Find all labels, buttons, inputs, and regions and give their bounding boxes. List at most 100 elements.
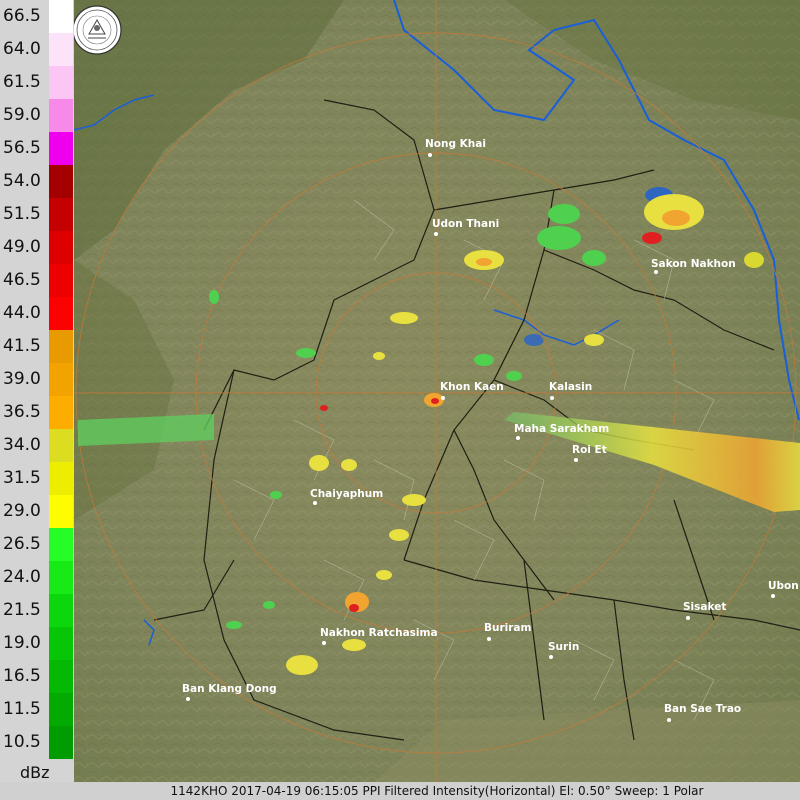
- legend-level-label: 49.0: [3, 237, 41, 257]
- legend-row: 10.5: [0, 726, 74, 759]
- legend-row: 44.0: [0, 297, 74, 330]
- city-dot-roi-et: [574, 458, 578, 462]
- legend-level-label: 64.0: [3, 39, 41, 59]
- legend-row: 56.5: [0, 132, 74, 165]
- legend-row: 64.0: [0, 33, 74, 66]
- echo-central-1: [390, 312, 418, 324]
- echo-south-2: [389, 529, 409, 541]
- legend-level-label: 51.5: [3, 204, 41, 224]
- legend-color-swatch: [49, 165, 73, 198]
- city-dot-nakhon-ratchasima: [322, 641, 326, 645]
- legend-row: 39.0: [0, 363, 74, 396]
- legend-color-swatch: [49, 462, 73, 495]
- city-label-sisaket: Sisaket: [683, 601, 726, 613]
- legend-color-swatch: [49, 495, 73, 528]
- legend-color-swatch: [49, 198, 73, 231]
- echo-korat-1-core: [349, 604, 359, 612]
- legend-row: 29.0: [0, 495, 74, 528]
- echo-korat-5: [263, 601, 275, 609]
- city-label-nakhon-ratchasima: Nakhon Ratchasima: [320, 627, 438, 639]
- echo-udon-1-core: [476, 258, 492, 266]
- echo-west-2: [320, 405, 328, 411]
- radar-agency-seal-icon: [74, 5, 122, 55]
- city-dot-ban-sae-trao: [667, 718, 671, 722]
- echo-sakon-1-core: [662, 210, 690, 226]
- legend-level-label: 39.0: [3, 369, 41, 389]
- echo-korat-3: [286, 655, 318, 675]
- legend-row: 31.5: [0, 462, 74, 495]
- city-label-chaiyaphum: Chaiyaphum: [310, 488, 383, 500]
- echo-west-3: [270, 491, 282, 499]
- echo-chaiyaphum-1: [309, 455, 329, 471]
- echo-korat-6: [226, 621, 242, 629]
- city-label-roi-et: Roi Et: [572, 444, 607, 456]
- echo-chaiyaphum-2: [341, 459, 357, 471]
- legend-color-swatch: [49, 528, 73, 561]
- legend-color-swatch: [49, 627, 73, 660]
- legend-row: 19.0: [0, 627, 74, 660]
- legend-level-label: 61.5: [3, 72, 41, 92]
- city-label-nong-khai: Nong Khai: [425, 138, 486, 150]
- legend-color-swatch: [49, 429, 73, 462]
- legend-level-label: 29.0: [3, 501, 41, 521]
- legend-color-swatch: [49, 66, 73, 99]
- legend-color-swatch: [49, 561, 73, 594]
- legend-level-label: 31.5: [3, 468, 41, 488]
- legend-color-swatch: [49, 396, 73, 429]
- echo-north-1: [548, 204, 580, 224]
- echo-korat-2: [342, 639, 366, 651]
- echo-korat-4: [376, 570, 392, 580]
- echo-north-2: [537, 226, 581, 250]
- legend-row: 54.0: [0, 165, 74, 198]
- status-bar: 1142KHO 2017-04-19 06:15:05 PPI Filtered…: [74, 782, 800, 800]
- legend-color-swatch: [49, 330, 73, 363]
- legend-level-label: 21.5: [3, 600, 41, 620]
- city-dot-sakon-nakhon: [654, 270, 658, 274]
- echo-khonkaen-1-core: [431, 398, 439, 404]
- city-dot-udon-thani: [434, 232, 438, 236]
- city-dot-chaiyaphum: [313, 501, 317, 505]
- echo-central-3: [506, 371, 522, 381]
- legend-level-label: 19.0: [3, 633, 41, 653]
- echo-east-1: [744, 252, 764, 268]
- radar-map-canvas: Nong Khai Udon Thani Sakon Nakhon Khon K…: [74, 0, 800, 782]
- legend-level-label: 34.0: [3, 435, 41, 455]
- legend-level-label: 36.5: [3, 402, 41, 422]
- city-label-maha-sarakham: Maha Sarakham: [514, 423, 609, 435]
- legend-row: 11.5: [0, 693, 74, 726]
- legend-color-swatch: [49, 99, 73, 132]
- echo-north-3: [582, 250, 606, 266]
- legend-color-swatch: [49, 660, 73, 693]
- legend-level-label: 10.5: [3, 732, 41, 752]
- echo-sakon-2: [642, 232, 662, 244]
- legend-color-swatch: [49, 0, 73, 33]
- legend-color-swatch: [49, 693, 73, 726]
- legend-color-swatch: [49, 363, 73, 396]
- city-label-ubon: Ubon: [768, 580, 799, 592]
- legend-level-label: 24.0: [3, 567, 41, 587]
- legend-level-label: 54.0: [3, 171, 41, 191]
- legend-row: 36.5: [0, 396, 74, 429]
- city-dot-nong-khai: [428, 153, 432, 157]
- legend-row: 26.5: [0, 528, 74, 561]
- city-label-ban-sae-trao: Ban Sae Trao: [664, 703, 741, 715]
- legend-color-swatch: [49, 726, 73, 759]
- legend-color-swatch: [49, 132, 73, 165]
- city-label-surin: Surin: [548, 641, 579, 653]
- echo-east-2: [584, 334, 604, 346]
- reflectivity-legend: 66.5 64.0 61.5 59.0 56.5 54.0 51.5 49.0 46.5 44.0…: [0, 0, 74, 782]
- radar-map[interactable]: Nong Khai Udon Thani Sakon Nakhon Khon K…: [74, 0, 800, 782]
- city-dot-kalasin: [550, 396, 554, 400]
- city-dot-maha-sarakham: [516, 436, 520, 440]
- city-dot-buriram: [487, 637, 491, 641]
- legend-row: 61.5: [0, 66, 74, 99]
- city-dot-ubon: [771, 594, 775, 598]
- city-label-udon-thani: Udon Thani: [432, 218, 499, 230]
- radar-display: 66.5 64.0 61.5 59.0 56.5 54.0 51.5 49.0 46.5 44.0…: [0, 0, 800, 800]
- legend-level-label: 11.5: [3, 699, 41, 719]
- legend-row: 16.5: [0, 660, 74, 693]
- echo-south-1: [402, 494, 426, 506]
- city-dot-sisaket: [686, 616, 690, 620]
- legend-row: 21.5: [0, 594, 74, 627]
- legend-unit-label: dBz: [20, 763, 50, 782]
